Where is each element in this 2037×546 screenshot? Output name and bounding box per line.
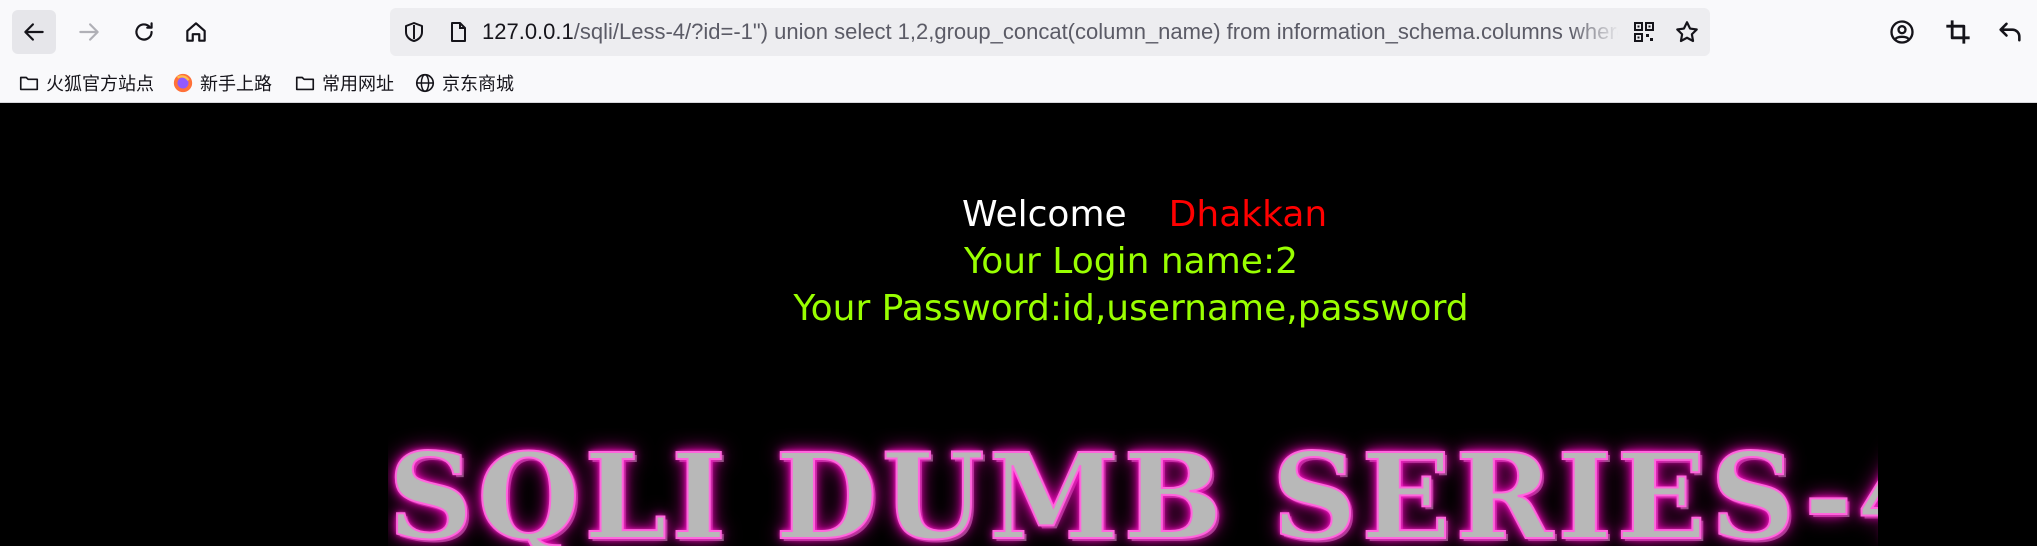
arrow-right-icon — [79, 23, 99, 41]
welcome-text: Welcome — [962, 194, 1127, 235]
reload-button[interactable] — [122, 10, 166, 54]
url-host: 127.0.0.1 — [482, 19, 574, 44]
address-bar[interactable]: 127.0.0.1/sqli/Less-4/?id=-1") union sel… — [390, 8, 1710, 56]
bookmark-item-getting-started[interactable]: 新手上路 — [172, 63, 272, 103]
account-icon[interactable] — [1888, 18, 1916, 46]
folder-icon — [295, 76, 315, 91]
url-text[interactable]: 127.0.0.1/sqli/Less-4/?id=-1") union sel… — [482, 8, 1618, 56]
qr-code-icon[interactable] — [1632, 20, 1656, 44]
welcome-line: Welcome Dhakkan — [962, 194, 1327, 235]
banner-title: SQLI DUMB SERIES-4 — [388, 426, 1878, 546]
screenshot-crop-icon[interactable] — [1944, 18, 1972, 46]
arrow-left-icon — [24, 23, 44, 41]
bookmark-label: 新手上路 — [200, 74, 272, 95]
bookmark-item-firefox-official[interactable]: 火狐官方站点 — [18, 63, 154, 103]
browser-toolbar: 127.0.0.1/sqli/Less-4/?id=-1") union sel… — [0, 0, 2037, 63]
shield-icon[interactable] — [402, 20, 426, 44]
login-name-result: Your Login name:2 — [964, 241, 1298, 282]
bookmark-label: 火狐官方站点 — [46, 74, 154, 95]
home-icon — [186, 22, 206, 42]
bookmark-label: 常用网址 — [322, 74, 394, 95]
bookmark-item-jd-mall[interactable]: 京东商城 — [414, 63, 514, 103]
globe-icon — [415, 73, 435, 93]
forward-button[interactable] — [67, 10, 111, 54]
page-content: Welcome Dhakkan Your Login name:2 Your Pa… — [0, 104, 2037, 546]
page-info-icon[interactable] — [446, 20, 470, 44]
series-banner: SQLI DUMB SERIES-4 — [388, 422, 1878, 546]
folder-icon — [19, 76, 39, 91]
user-name: Dhakkan — [1168, 194, 1328, 235]
url-fade — [1570, 12, 1620, 52]
firefox-icon — [173, 73, 193, 93]
bookmark-item-common-urls[interactable]: 常用网址 — [294, 63, 394, 103]
bookmarks-toolbar: 火狐官方站点 新手上路 常用网址 京东商城 — [0, 63, 2037, 103]
password-result: Your Password:id,username,password — [793, 288, 1469, 329]
back-button[interactable] — [12, 10, 56, 54]
reload-icon — [135, 22, 153, 41]
home-button[interactable] — [174, 10, 218, 54]
undo-icon[interactable] — [1996, 18, 2024, 46]
url-path: /sqli/Less-4/?id=-1") union select 1,2,g… — [573, 19, 1618, 44]
bookmark-label: 京东商城 — [442, 74, 514, 95]
bookmark-star-icon[interactable] — [1674, 19, 1700, 45]
